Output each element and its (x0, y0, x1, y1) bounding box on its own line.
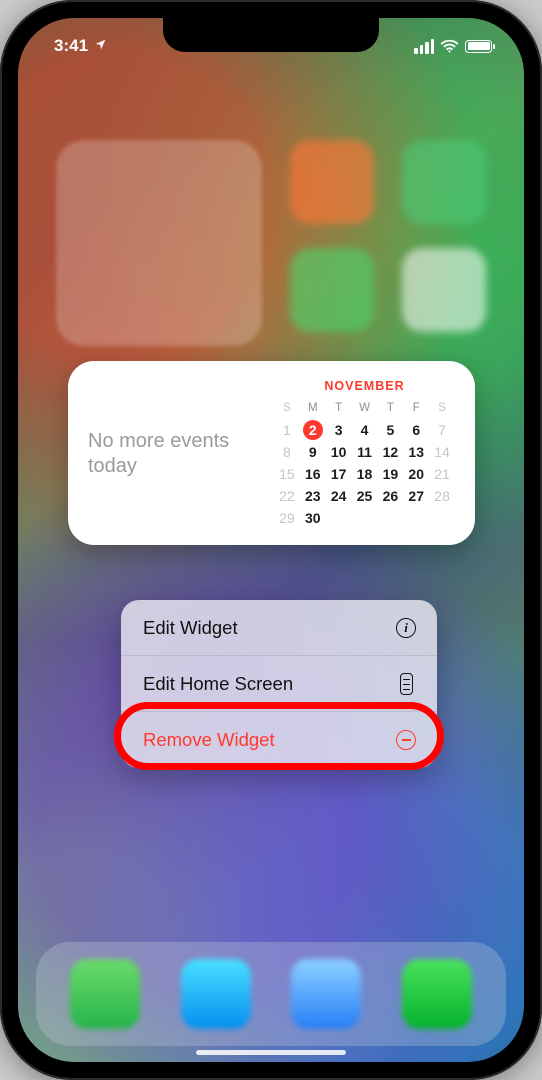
calendar-week-row: 8 9 10 11 12 13 14 (274, 441, 455, 463)
dock-app[interactable] (181, 959, 251, 1029)
calendar-day-headers: S M T W T F S (274, 397, 455, 419)
info-icon: i (395, 617, 417, 639)
status-bar: 3:41 (18, 18, 524, 74)
calendar-week-row: 15 16 17 18 19 20 21 (274, 463, 455, 485)
no-events-label: No more events today (88, 429, 260, 479)
calendar-today: 2 (303, 420, 323, 440)
status-time: 3:41 (54, 36, 88, 56)
iphone-device-frame: 3:41 (0, 0, 542, 1080)
dock (36, 942, 506, 1046)
calendar-widget[interactable]: No more events today NOVEMBER S M T W T … (68, 361, 475, 545)
menu-item-edit-widget[interactable]: Edit Widget i (121, 600, 437, 656)
calendar-week-row: 22 23 24 25 26 27 28 (274, 485, 455, 507)
battery-icon (465, 40, 492, 53)
menu-item-label: Edit Widget (143, 617, 238, 639)
calendar-week-row: 29 30 (274, 507, 455, 529)
calendar-month-label: NOVEMBER (274, 379, 455, 393)
menu-item-edit-home-screen[interactable]: Edit Home Screen (121, 656, 437, 712)
calendar-week-row: 1 2 3 4 5 6 7 (274, 419, 455, 441)
menu-item-label: Edit Home Screen (143, 673, 293, 695)
minus-circle-icon (395, 729, 417, 751)
location-icon (94, 38, 107, 54)
menu-item-label: Remove Widget (143, 729, 275, 751)
menu-item-remove-widget[interactable]: Remove Widget (121, 712, 437, 768)
apps-grid-icon (395, 673, 417, 695)
wifi-icon (440, 39, 459, 53)
widget-context-menu: Edit Widget i Edit Home Screen Remove Wi… (121, 600, 437, 768)
screen: 3:41 (18, 18, 524, 1062)
dock-app[interactable] (402, 959, 472, 1029)
homescreen-blurred (18, 140, 524, 346)
dock-app[interactable] (70, 959, 140, 1029)
dock-app[interactable] (291, 959, 361, 1029)
cellular-signal-icon (414, 39, 434, 54)
calendar-month-view: NOVEMBER S M T W T F S 1 2 3 (274, 379, 455, 529)
home-indicator[interactable] (196, 1050, 346, 1055)
